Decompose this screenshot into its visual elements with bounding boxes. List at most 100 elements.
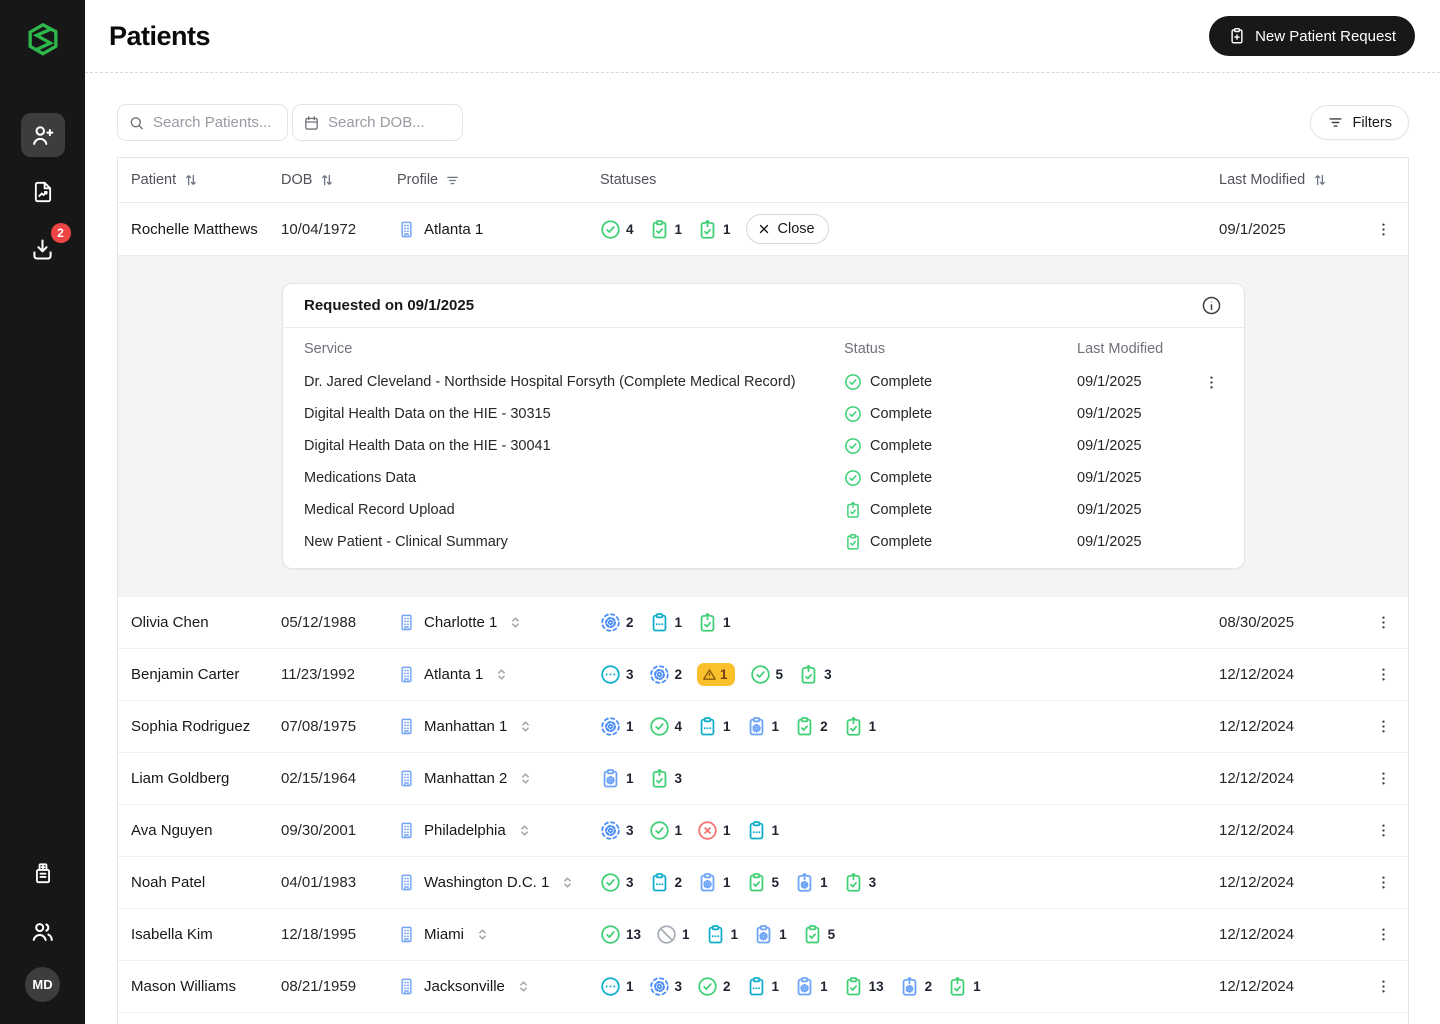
profile-selector-button[interactable] (507, 614, 524, 631)
service-status-label: Complete (870, 534, 932, 550)
service-last-modified: 09/1/2025 (1077, 438, 1200, 454)
row-menu-button[interactable] (1359, 610, 1408, 635)
building-icon (397, 873, 416, 892)
new-patient-request-button[interactable]: New Patient Request (1209, 16, 1415, 56)
status-clipboard-dots: 1 (697, 716, 731, 737)
profile-label: Atlanta 1 (424, 666, 483, 683)
patient-profile: Charlotte 1 (397, 613, 600, 632)
download-icon (29, 236, 56, 263)
clipboard-check-icon (649, 219, 670, 240)
status-clipboard-check: 5 (802, 924, 836, 945)
row-menu-button[interactable] (1359, 870, 1408, 895)
clipboard-gear-icon (600, 768, 621, 789)
chevron-up-down-icon (515, 978, 532, 995)
patient-dob: 02/15/1964 (281, 770, 397, 787)
row-menu-button[interactable] (1359, 818, 1408, 843)
sort-icon (1312, 172, 1328, 188)
table-row[interactable]: Benjamin Carter 11/23/1992 Atlanta 1 321… (118, 648, 1408, 700)
status-count: 5 (776, 667, 784, 682)
sidebar-item-downloads[interactable]: 2 (21, 227, 65, 271)
col-patient[interactable]: Patient (118, 172, 281, 188)
request-info-button[interactable] (1201, 295, 1222, 316)
last-modified-value: 12/12/2024 (1219, 822, 1359, 839)
expanded-request-section: Requested on 09/1/2025 Service Status La… (118, 255, 1408, 596)
service-menu-button[interactable] (1203, 370, 1220, 395)
sidebar-item-users[interactable] (21, 909, 65, 953)
table-row[interactable]: Isabella Kim 12/18/1995 Miami 131115 12/… (118, 908, 1408, 960)
profile-selector-button[interactable] (517, 718, 534, 735)
status-count: 3 (824, 667, 832, 682)
service-status: Complete (844, 405, 1077, 423)
sidebar-item-add-patient[interactable] (21, 113, 65, 157)
patient-name: Noah Patel (118, 874, 281, 891)
status-clipboard-up-check: 3 (649, 768, 683, 789)
check-circle-icon (649, 820, 670, 841)
service-name: New Patient - Clinical Summary (304, 534, 844, 550)
patient-name: Isabella Kim (118, 926, 281, 943)
col-service-last-modified: Last Modified (1077, 341, 1200, 357)
service-row: Digital Health Data on the HIE - 30315 C… (283, 398, 1244, 430)
status-count: 1 (820, 979, 828, 994)
clipboard-dots-icon (746, 820, 767, 841)
status-check-circle: 2 (697, 976, 731, 997)
new-patient-request-label: New Patient Request (1255, 28, 1396, 45)
patient-name: Rochelle Matthews (118, 221, 281, 238)
profile-selector-button[interactable] (474, 926, 491, 943)
profile-selector-button[interactable] (559, 874, 576, 891)
service-row: Digital Health Data on the HIE - 30041 C… (283, 430, 1244, 462)
close-expanded-button[interactable]: Close (746, 214, 829, 244)
patient-dob: 07/08/1975 (281, 718, 397, 735)
status-list: 321513 (600, 872, 1219, 893)
profile-selector-button[interactable] (493, 666, 510, 683)
row-menu-button[interactable] (1359, 766, 1408, 791)
sidebar-item-facility[interactable] (21, 851, 65, 895)
user-avatar[interactable]: MD (25, 967, 60, 1002)
status-circle-dots: 3 (600, 664, 634, 685)
patient-profile: Atlanta 1 (397, 665, 600, 684)
hospital-icon (30, 860, 56, 886)
check-circle-icon (844, 469, 862, 487)
row-menu-button[interactable] (1359, 974, 1408, 999)
filters-button[interactable]: Filters (1310, 105, 1409, 140)
col-last-modified[interactable]: Last Modified (1219, 172, 1359, 188)
status-clipboard-gear: 1 (600, 768, 634, 789)
table-row[interactable]: Ava Nguyen 09/30/2001 Philadelphia 3111 … (118, 804, 1408, 856)
profile-selector-button[interactable] (516, 822, 533, 839)
row-menu-button[interactable] (1359, 922, 1408, 947)
status-list: 132111321 (600, 976, 1219, 997)
table-row[interactable]: Sophia Rodriguez 07/08/1975 Manhattan 1 … (118, 700, 1408, 752)
search-icon (128, 114, 145, 131)
chevron-up-down-icon (493, 666, 510, 683)
service-row: Medical Record Upload Complete 09/1/2025 (283, 494, 1244, 526)
col-profile[interactable]: Profile (397, 172, 600, 188)
toolbar: Filters (117, 104, 1409, 141)
table-row[interactable]: Liam Goldberg 02/15/1964 Manhattan 2 13 … (118, 752, 1408, 804)
download-count-badge: 2 (51, 223, 71, 243)
status-clipboard-up-gear: 2 (899, 976, 933, 997)
patient-dob: 05/12/1988 (281, 614, 397, 631)
status-clipboard-gear: 1 (753, 924, 787, 945)
table-row[interactable]: Olivia Chen 05/12/1988 Charlotte 1 211 0… (118, 596, 1408, 648)
main-area: Patients New Patient Request (85, 0, 1440, 1024)
status-count: 2 (626, 615, 634, 630)
service-status-label: Complete (870, 470, 932, 486)
col-dob[interactable]: DOB (281, 172, 397, 188)
row-menu-button[interactable] (1359, 217, 1408, 242)
status-count: 2 (675, 667, 683, 682)
check-circle-icon (750, 664, 771, 685)
profile-selector-button[interactable] (515, 978, 532, 995)
status-gear-dashed: 1 (600, 716, 634, 737)
sidebar-item-reports[interactable] (21, 170, 65, 214)
status-gear-dashed: 2 (649, 664, 683, 685)
table-row-partial[interactable] (118, 1012, 1408, 1024)
table-row[interactable]: Rochelle Matthews 10/04/1972 Atlanta 1 4… (118, 203, 1408, 255)
row-menu-button[interactable] (1359, 714, 1408, 739)
profile-selector-button[interactable] (517, 770, 534, 787)
gear-dashed-icon (649, 664, 670, 685)
row-menu-button[interactable] (1359, 662, 1408, 687)
table-row[interactable]: Noah Patel 04/01/1983 Washington D.C. 1 … (118, 856, 1408, 908)
status-clipboard-gear: 1 (697, 872, 731, 893)
clipboard-up-gear-icon (794, 872, 815, 893)
status-count: 5 (828, 927, 836, 942)
table-row[interactable]: Mason Williams 08/21/1959 Jacksonville 1… (118, 960, 1408, 1012)
